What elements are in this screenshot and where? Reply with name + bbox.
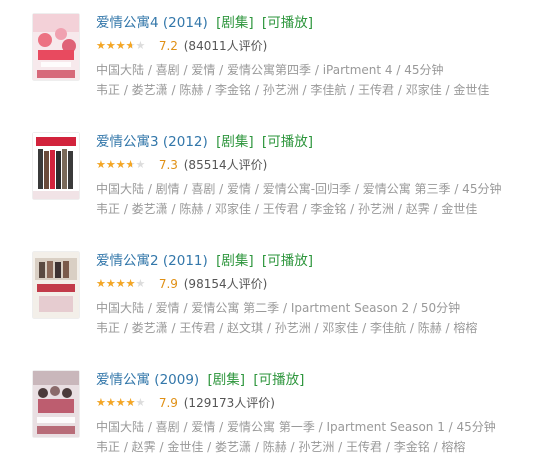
search-result-list: 爱情公寓4 (2014) [剧集] [可播放] ★★★★★ ★★★★★ 7.2 … [0, 0, 537, 475]
result-info: 爱情公寓 (2009) [剧集] [可播放] ★★★★★ ★★★★★ 7.9 (… [96, 369, 536, 457]
rating-count: (98154人评价) [183, 277, 268, 291]
poster-art [33, 371, 79, 437]
tag-playable: [可播放] [261, 253, 313, 269]
year-label: (2011) [162, 253, 208, 269]
tag-playable: [可播放] [261, 134, 313, 150]
rating-score: 7.2 [158, 39, 178, 53]
result-info: 爱情公寓4 (2014) [剧集] [可播放] ★★★★★ ★★★★★ 7.2 … [96, 12, 536, 100]
star-rating-icon: ★★★★★ ★★★★★ [96, 395, 146, 409]
rating-line: ★★★★★ ★★★★★ 7.9 (129173人评价) [96, 392, 536, 414]
rating-score: 7.9 [158, 396, 178, 410]
tag-series: [剧集] [216, 253, 254, 269]
rating-count: (84011人评价) [183, 39, 268, 53]
poster-image[interactable] [33, 133, 79, 199]
meta-genre-line: 中国大陆 / 爱情 / 爱情公寓 第二季 / Ipartment Season … [96, 301, 461, 315]
year-label: (2014) [162, 15, 208, 31]
tag-series: [剧集] [207, 372, 246, 388]
poster-image[interactable] [33, 14, 79, 80]
result-info: 爱情公寓3 (2012) [剧集] [可播放] ★★★★★ ★★★★★ 7.3 … [96, 131, 536, 219]
result-item: 爱情公寓2 (2011) [剧集] [可播放] ★★★★★ ★★★★★ 7.9 … [0, 250, 537, 350]
rating-line: ★★★★★ ★★★★★ 7.9 (98154人评价) [96, 273, 536, 295]
meta-cast-line: 韦正 / 娄艺潇 / 王传君 / 赵文琪 / 孙艺洲 / 邓家佳 / 李佳航 /… [96, 321, 478, 335]
year-label: (2009) [154, 372, 200, 388]
star-rating-icon: ★★★★★ ★★★★★ [96, 157, 146, 171]
star-rating-icon: ★★★★★ ★★★★★ [96, 38, 146, 52]
title-link[interactable]: 爱情公寓 [96, 372, 150, 388]
meta-genre-line: 中国大陆 / 喜剧 / 爱情 / 爱情公寓 第一季 / Ipartment Se… [96, 420, 496, 434]
rating-line: ★★★★★ ★★★★★ 7.3 (85514人评价) [96, 154, 536, 176]
meta-cast-line: 韦正 / 娄艺潇 / 陈赫 / 邓家佳 / 王传君 / 李金铭 / 孙艺洲 / … [96, 202, 478, 216]
tag-series: [剧集] [216, 134, 254, 150]
result-item: 爱情公寓4 (2014) [剧集] [可播放] ★★★★★ ★★★★★ 7.2 … [0, 12, 537, 112]
rating-line: ★★★★★ ★★★★★ 7.2 (84011人评价) [96, 35, 536, 57]
tag-playable: [可播放] [253, 372, 305, 388]
title-line: 爱情公寓4 (2014) [剧集] [可播放] [96, 12, 536, 34]
title-line: 爱情公寓3 (2012) [剧集] [可播放] [96, 131, 536, 153]
title-link[interactable]: 爱情公寓3 [96, 134, 159, 150]
poster-image[interactable] [33, 371, 79, 437]
meta-cast-line: 韦正 / 赵霁 / 金世佳 / 娄艺潇 / 陈赫 / 孙艺洲 / 王传君 / 李… [96, 440, 466, 454]
poster-art [33, 133, 79, 199]
meta-genre-line: 中国大陆 / 剧情 / 喜剧 / 爱情 / 爱情公寓-回归季 / 爱情公寓 第三… [96, 182, 502, 196]
tag-playable: [可播放] [261, 15, 313, 31]
tag-series: [剧集] [216, 15, 254, 31]
result-item: 爱情公寓3 (2012) [剧集] [可播放] ★★★★★ ★★★★★ 7.3 … [0, 131, 537, 231]
result-item: 爱情公寓 (2009) [剧集] [可播放] ★★★★★ ★★★★★ 7.9 (… [0, 369, 537, 469]
title-link[interactable]: 爱情公寓4 [96, 15, 159, 31]
title-line: 爱情公寓2 (2011) [剧集] [可播放] [96, 250, 536, 272]
rating-count: (85514人评价) [183, 158, 268, 172]
title-line: 爱情公寓 (2009) [剧集] [可播放] [96, 369, 536, 391]
poster-art [33, 14, 79, 80]
title-link[interactable]: 爱情公寓2 [96, 253, 159, 269]
star-rating-icon: ★★★★★ ★★★★★ [96, 276, 146, 290]
meta-genre-line: 中国大陆 / 喜剧 / 爱情 / 爱情公寓第四季 / iPartment 4 /… [96, 63, 444, 77]
year-label: (2012) [162, 134, 208, 150]
poster-image[interactable] [33, 252, 79, 318]
poster-art [33, 252, 79, 318]
result-info: 爱情公寓2 (2011) [剧集] [可播放] ★★★★★ ★★★★★ 7.9 … [96, 250, 536, 338]
rating-score: 7.9 [158, 277, 178, 291]
rating-count: (129173人评价) [183, 396, 275, 410]
rating-score: 7.3 [158, 158, 178, 172]
meta-cast-line: 韦正 / 娄艺潇 / 陈赫 / 李金铭 / 孙艺洲 / 李佳航 / 王传君 / … [96, 83, 490, 97]
